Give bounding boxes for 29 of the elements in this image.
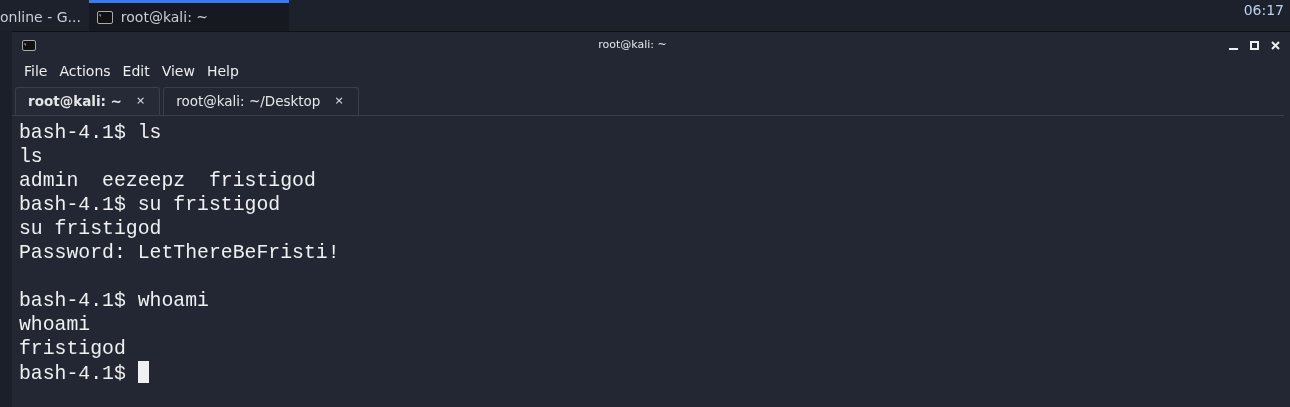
tab[interactable]: root@kali: ~ × xyxy=(15,87,161,115)
close-tab-icon[interactable]: × xyxy=(135,93,146,110)
menu-item[interactable]: Actions xyxy=(53,60,117,82)
maximize-icon[interactable] xyxy=(1250,40,1259,50)
tab-label: root@kali: ~ xyxy=(28,92,122,112)
terminal-line: ls xyxy=(19,146,43,168)
taskbar-item[interactable]: online - G... xyxy=(0,0,89,31)
terminal-line: bash-4.1$ ls xyxy=(19,122,162,144)
terminal-line: su fristigod xyxy=(19,218,162,240)
tab-label: root@kali: ~/Desktop xyxy=(176,92,321,112)
close-icon[interactable] xyxy=(1271,40,1280,50)
terminal-icon xyxy=(96,10,113,24)
window-title: root@kali: ~ xyxy=(598,36,667,53)
terminal-line: Password: LetThereBeFristi! xyxy=(19,242,340,264)
tab[interactable]: root@kali: ~/Desktop × xyxy=(163,87,359,115)
terminal-line: admin eezeepz fristigod xyxy=(19,170,316,192)
menu-item[interactable]: Edit xyxy=(116,60,156,82)
terminal-line: bash-4.1$ xyxy=(19,363,126,385)
taskbar-item[interactable]: root@kali: ~ xyxy=(88,0,289,31)
terminal-line: bash-4.1$ whoami xyxy=(19,290,209,312)
terminal-line: whoami xyxy=(19,314,91,336)
terminal-line: fristigod xyxy=(19,338,126,360)
menu-item[interactable]: View xyxy=(155,60,201,82)
menu-item[interactable]: File xyxy=(18,60,54,82)
menu-item[interactable]: Help xyxy=(200,60,245,82)
clock: 06:17 xyxy=(1243,1,1285,20)
terminal-icon xyxy=(22,39,36,51)
close-tab-icon[interactable]: × xyxy=(334,93,344,110)
terminal-line: bash-4.1$ su fristigod xyxy=(19,194,281,216)
